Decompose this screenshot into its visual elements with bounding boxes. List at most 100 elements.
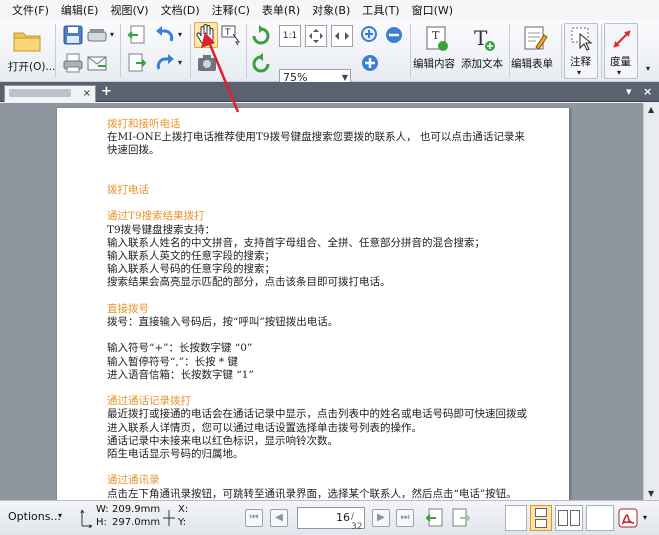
edit-content-icon: T xyxy=(426,26,448,51)
add-text-button[interactable]: T 添加文本 xyxy=(459,23,507,79)
menu-item-1[interactable]: 编辑(E) xyxy=(55,2,105,18)
rotate-counterclockwise-icon[interactable] xyxy=(250,52,272,74)
options-button[interactable]: Options... xyxy=(8,510,61,523)
menu-item-4[interactable]: 注释(C) xyxy=(206,2,256,18)
save-icon[interactable] xyxy=(62,24,84,46)
fit-width-button[interactable] xyxy=(331,25,353,47)
email-icon[interactable] xyxy=(86,52,108,74)
scanner-icon[interactable] xyxy=(86,24,108,46)
body-text: 输入暂停符号“,”：长按 * 键 xyxy=(107,355,238,368)
page-content: 拨打和接听电话 在MI-ONE上拨打电话推荐使用T9拨号键盘搜索您要拨的联系人， … xyxy=(107,118,547,500)
body-text: 输入联系人英文的任意字段的搜索； xyxy=(107,249,275,262)
separator xyxy=(55,24,56,78)
body-text: 快速回拨。 xyxy=(107,144,160,157)
add-text-label: 添加文本 xyxy=(461,58,503,70)
pdf-icon[interactable] xyxy=(617,507,639,529)
menu-item-7[interactable]: 工具(T) xyxy=(356,2,405,18)
zoom-in-circle-icon[interactable] xyxy=(359,52,381,74)
next-view-icon[interactable] xyxy=(126,52,148,74)
tab-list-icon[interactable]: ▾ xyxy=(626,85,632,98)
menu-item-3[interactable]: 文档(D) xyxy=(155,2,206,18)
body-text: 拨号：直接输入号码后，按“呼叫”按钮拨出电话。 xyxy=(107,315,339,328)
menu-item-8[interactable]: 窗口(W) xyxy=(406,2,459,18)
height-value: 297.0mm xyxy=(112,517,161,528)
continuous-facing-view-button[interactable] xyxy=(586,505,614,531)
previous-view-icon[interactable] xyxy=(424,507,446,529)
vertical-scrollbar[interactable]: ▲ ▼ xyxy=(643,103,659,500)
close-document-icon[interactable]: × xyxy=(643,85,652,98)
section-heading: 拨打和接听电话 xyxy=(107,118,181,130)
separator xyxy=(410,24,411,78)
chevron-down-icon[interactable]: ▾ xyxy=(178,30,182,39)
previous-page-button[interactable]: ◀ xyxy=(270,509,288,527)
document-tab-title xyxy=(9,89,71,97)
redo-icon[interactable] xyxy=(154,52,176,74)
menu-item-2[interactable]: 视图(V) xyxy=(104,2,154,18)
new-tab-icon[interactable]: + xyxy=(101,84,112,99)
height-label: H: xyxy=(96,517,107,528)
scroll-up-icon[interactable]: ▲ xyxy=(648,105,654,114)
chevron-down-icon[interactable]: ▾ xyxy=(110,30,114,39)
previous-view-icon[interactable] xyxy=(126,24,148,46)
current-page: 16 xyxy=(336,511,350,524)
toolbar: 打开(O)... ▾ ▾ ▾ T 1:1 75% ▼ T 编辑内容 T 添加文本… xyxy=(0,20,659,87)
body-text: 点击左下角通讯录按钮，可跳转至通讯录界面，选择某个联系人，然后点击“电话”按钮。 xyxy=(107,487,517,500)
y-label: Y: xyxy=(178,517,187,528)
undo-icon[interactable] xyxy=(154,24,176,46)
chevron-down-icon[interactable]: ▾ xyxy=(646,64,650,73)
zoom-out-icon[interactable] xyxy=(383,24,405,46)
total-pages: / 32 xyxy=(351,512,363,532)
hand-tool-button[interactable] xyxy=(194,22,218,48)
separator xyxy=(190,24,191,78)
measure-button[interactable]: 度量 ▾ xyxy=(604,23,638,79)
body-text: 输入联系人号码的任意字段的搜索； xyxy=(107,263,275,276)
x-label: X: xyxy=(178,504,189,515)
open-button[interactable]: 打开(O)... xyxy=(4,23,55,79)
snapshot-icon[interactable] xyxy=(196,52,218,74)
page-number-field[interactable]: 16 / 32 xyxy=(297,507,365,532)
width-value: 209.9mm xyxy=(112,504,161,515)
body-text: 在MI-ONE上拨打电话推荐使用T9拨号键盘搜索您要拨的联系人， 也可以点击通话… xyxy=(107,131,525,144)
edit-content-button[interactable]: T 编辑内容 xyxy=(413,23,459,79)
first-page-button[interactable]: ⏮ xyxy=(245,509,263,527)
scroll-down-icon[interactable]: ▼ xyxy=(648,489,654,498)
section-heading: 通过通话记录拨打 xyxy=(107,395,191,408)
edit-form-icon xyxy=(524,26,548,50)
annotate-button[interactable]: 注释 ▾ xyxy=(564,23,598,79)
menu-item-0[interactable]: 文件(F) xyxy=(6,2,55,18)
document-tab[interactable]: × xyxy=(4,85,96,102)
fit-page-button[interactable] xyxy=(305,25,327,47)
continuous-view-button[interactable] xyxy=(530,505,552,531)
body-text: 进入语音信箱：长按数字键 “1” xyxy=(107,368,254,381)
select-text-icon[interactable]: T xyxy=(220,24,242,46)
next-page-button[interactable]: ▶ xyxy=(372,509,390,527)
status-bar: Options... ▾ W: 209.9mm H: 297.0mm X: Y:… xyxy=(0,500,659,535)
edit-form-button[interactable]: 编辑表单 xyxy=(511,23,559,79)
width-label: W: xyxy=(96,504,109,515)
section-heading: 通过通讯录 xyxy=(107,474,160,487)
chevron-down-icon[interactable]: ▾ xyxy=(178,58,182,67)
menu-item-6[interactable]: 对象(B) xyxy=(306,2,356,18)
print-icon[interactable] xyxy=(62,52,84,74)
rotate-clockwise-icon[interactable] xyxy=(250,24,272,46)
last-page-button[interactable]: ⏭ xyxy=(396,509,414,527)
document-view[interactable]: 拨打和接听电话 在MI-ONE上拨打电话推荐使用T9拨号键盘搜索您要拨的联系人， … xyxy=(0,103,659,500)
facing-view-button[interactable] xyxy=(555,505,583,531)
next-view-icon[interactable] xyxy=(450,507,472,529)
page-thumb xyxy=(570,510,580,526)
menu-item-5[interactable]: 表单(R) xyxy=(256,2,306,18)
zoom-in-icon[interactable] xyxy=(359,24,381,46)
chevron-down-icon[interactable]: ▾ xyxy=(643,513,647,522)
edit-content-label: 编辑内容 xyxy=(413,58,455,70)
actual-size-button[interactable]: 1:1 xyxy=(279,25,301,47)
close-tab-icon[interactable]: × xyxy=(83,86,91,101)
chevron-down-icon[interactable]: ▾ xyxy=(58,511,62,520)
document-tab-strip: × + ▾ × xyxy=(0,82,659,102)
svg-text:T: T xyxy=(224,28,231,38)
body-text: 搜索结果会高亮显示匹配的部分，点击该条目即可拨打电话。 xyxy=(107,276,391,289)
single-page-view-button[interactable] xyxy=(505,505,527,531)
